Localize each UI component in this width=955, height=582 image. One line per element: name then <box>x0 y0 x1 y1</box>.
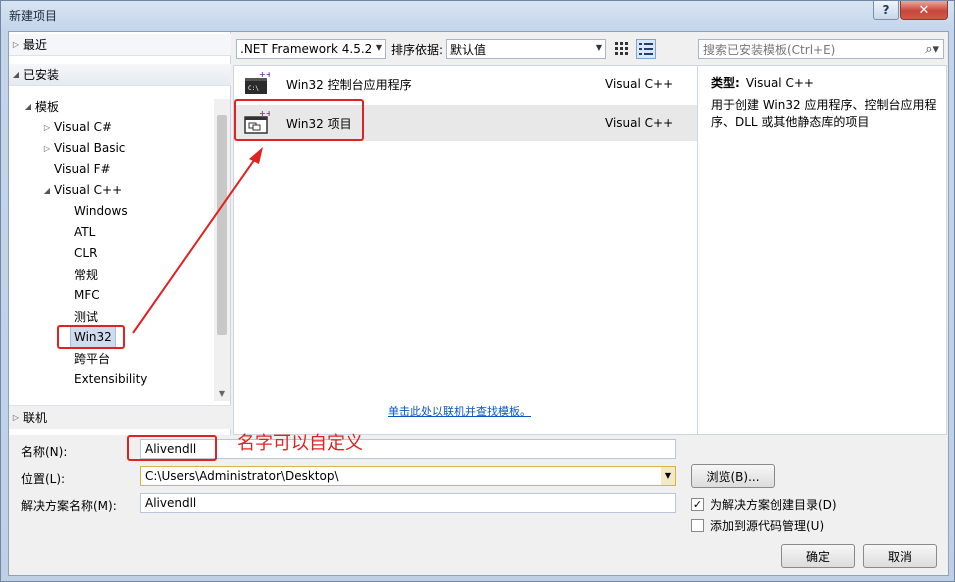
annotation-note: 名字可以自定义 <box>237 433 363 454</box>
annotation-arrow-icon <box>132 147 263 334</box>
new-project-dialog: 新建项目 ? ✕ ▷ 最近 ◢ 已安装 ◢ 模板 ▷ Visual C# ▷ V… <box>0 0 955 582</box>
